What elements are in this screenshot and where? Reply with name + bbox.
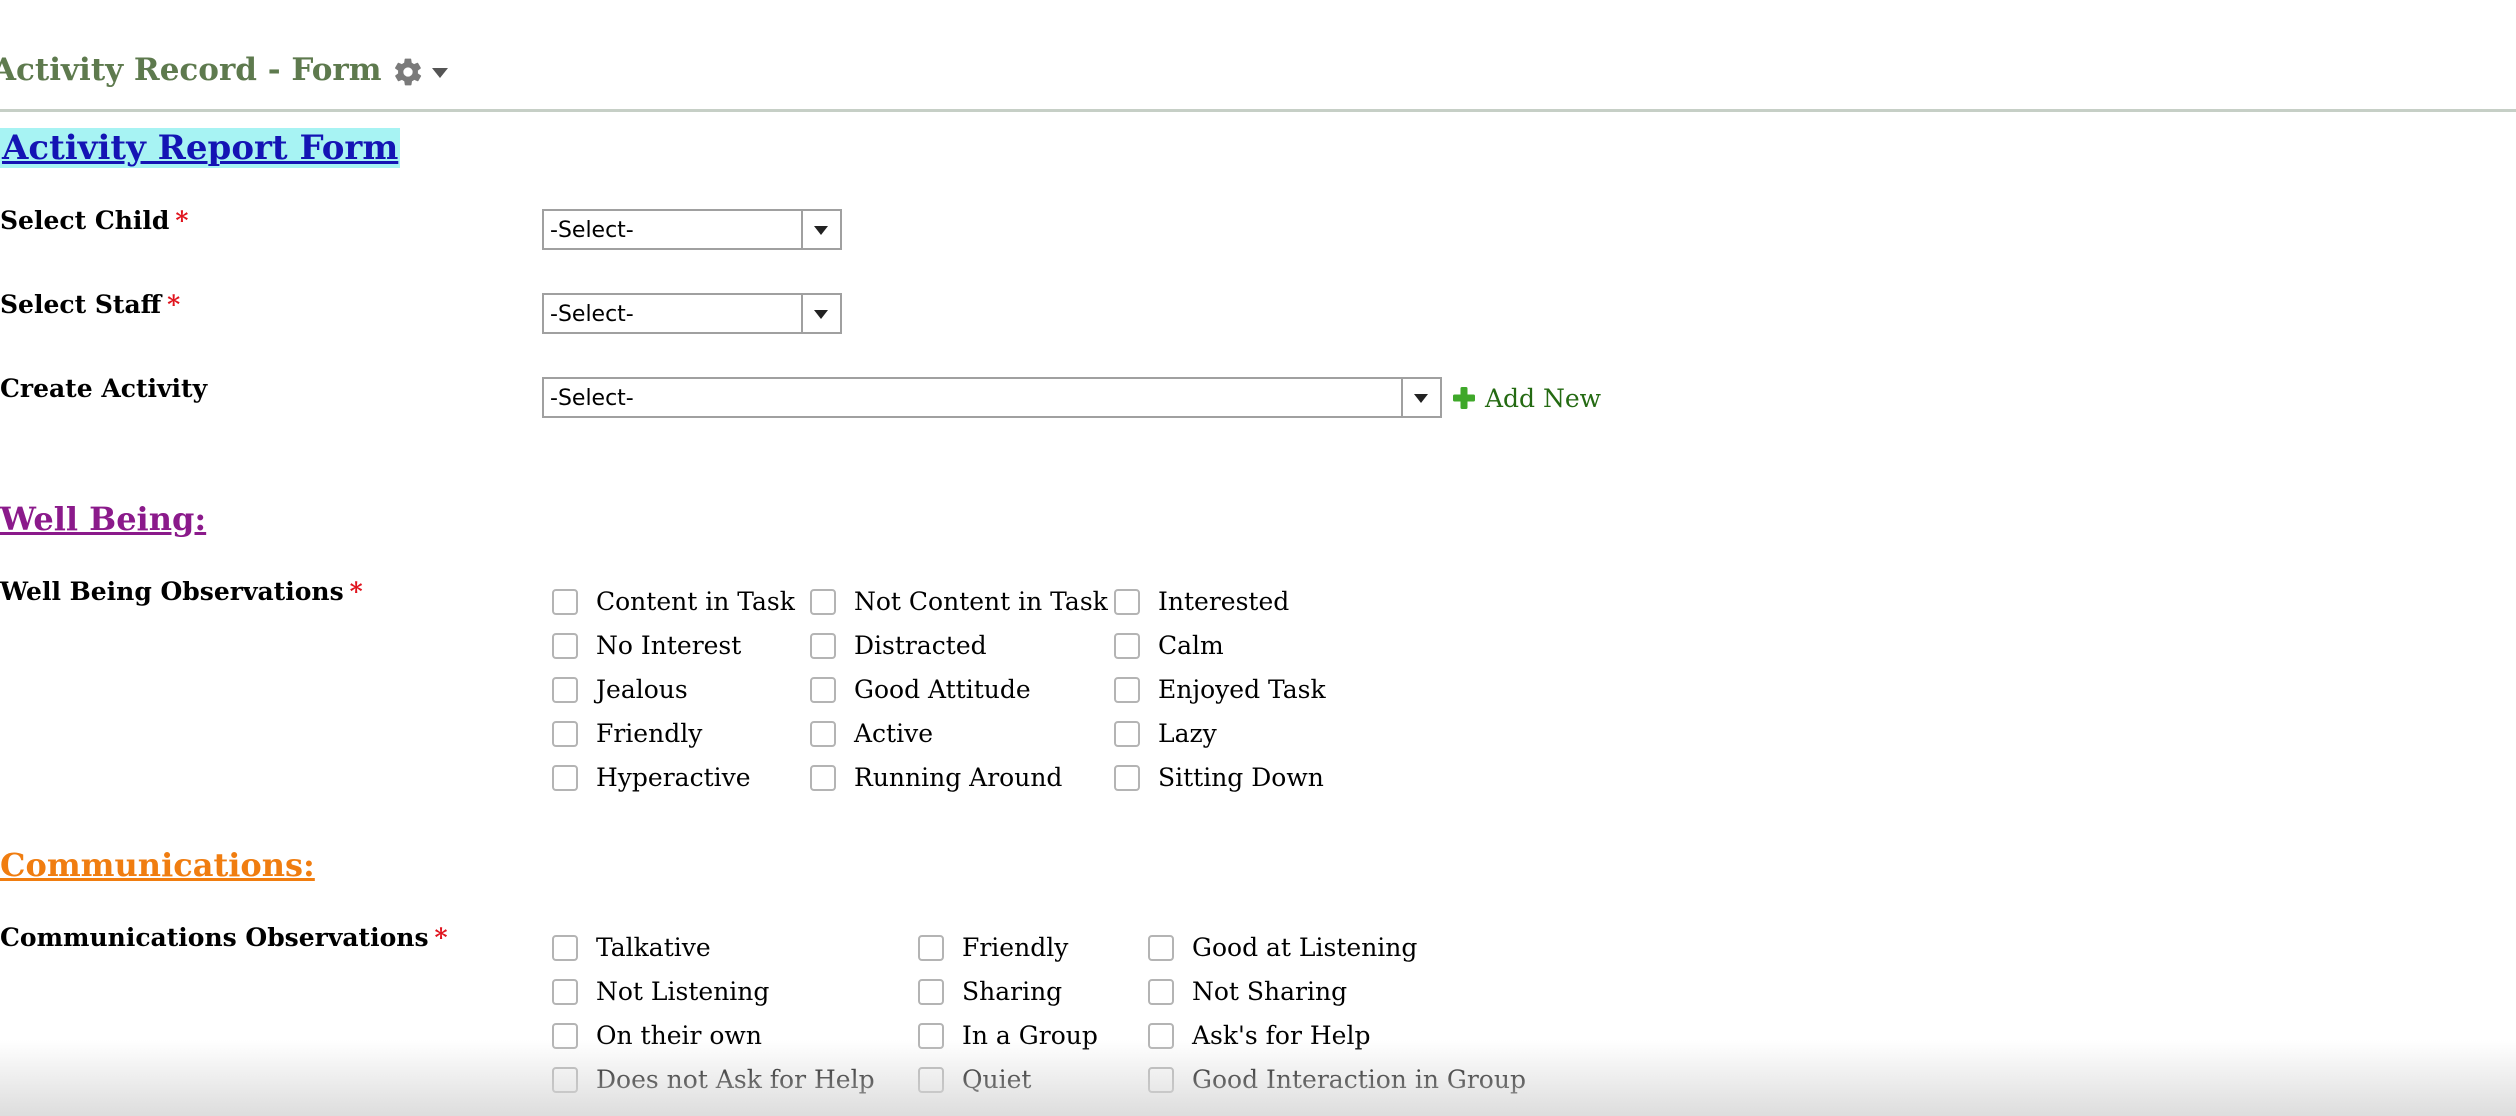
select-staff-value: -Select- [550, 302, 634, 327]
checkbox-label[interactable]: Running Around [854, 763, 1062, 792]
checkbox-label[interactable]: Lazy [1158, 719, 1217, 748]
select-staff-label: Select Staff * [0, 290, 180, 319]
checkbox[interactable] [1148, 1023, 1174, 1049]
checkbox[interactable] [1114, 633, 1140, 659]
required-marker: * [167, 290, 181, 319]
checkbox-label[interactable]: Does not Ask for Help [596, 1065, 875, 1094]
required-marker: * [175, 206, 189, 235]
checkbox-label[interactable]: Friendly [962, 933, 1068, 962]
plus-icon [1453, 387, 1475, 409]
checkbox[interactable] [1114, 677, 1140, 703]
checkbox[interactable] [810, 677, 836, 703]
checkbox[interactable] [552, 935, 578, 961]
select-staff-label-text: Select Staff [0, 290, 162, 319]
checkbox[interactable] [552, 633, 578, 659]
checkbox-label[interactable]: Enjoyed Task [1158, 675, 1326, 704]
checkbox-label[interactable]: Not Listening [596, 977, 769, 1006]
well-being-observations-label-text: Well Being Observations [0, 577, 344, 606]
chevron-down-icon[interactable] [801, 295, 840, 332]
checkbox[interactable] [1114, 765, 1140, 791]
create-activity-label-text: Create Activity [0, 374, 208, 403]
checkbox[interactable] [1148, 979, 1174, 1005]
checkbox-label[interactable]: Talkative [596, 933, 711, 962]
caret-down-icon [432, 68, 448, 78]
app-title: Activity Record - Form [0, 52, 382, 88]
checkbox-label[interactable]: No Interest [596, 631, 741, 660]
checkbox-label[interactable]: Calm [1158, 631, 1224, 660]
checkbox-label[interactable]: Friendly [596, 719, 702, 748]
checkbox[interactable] [810, 765, 836, 791]
checkbox[interactable] [810, 721, 836, 747]
checkbox-label[interactable]: Content in Task [596, 587, 795, 616]
checkbox-label[interactable]: Jealous [596, 675, 688, 704]
checkbox-label[interactable]: Good Attitude [854, 675, 1031, 704]
checkbox[interactable] [810, 589, 836, 615]
checkbox-label[interactable]: Interested [1158, 587, 1289, 616]
well-being-observations-label: Well Being Observations * [0, 577, 363, 606]
add-new-label: Add New [1485, 384, 1602, 413]
checkbox-label[interactable]: Good Interaction in Group [1192, 1065, 1526, 1094]
checkbox-label[interactable]: Sitting Down [1158, 763, 1324, 792]
communications-observations-label-text: Communications Observations [0, 923, 429, 952]
checkbox-label[interactable]: In a Group [962, 1021, 1098, 1050]
checkbox[interactable] [1114, 589, 1140, 615]
checkbox-label[interactable]: Quiet [962, 1065, 1031, 1094]
create-activity-value: -Select- [550, 386, 634, 411]
checkbox[interactable] [552, 1023, 578, 1049]
checkbox[interactable] [552, 1067, 578, 1093]
chevron-down-icon[interactable] [801, 211, 840, 248]
well-being-section-title: Well Being: [0, 500, 207, 538]
checkbox[interactable] [810, 633, 836, 659]
required-marker: * [434, 923, 448, 952]
create-activity-label: Create Activity [0, 374, 207, 403]
checkbox[interactable] [552, 721, 578, 747]
checkbox[interactable] [552, 589, 578, 615]
chevron-down-icon[interactable] [1401, 379, 1440, 416]
checkbox-label[interactable]: On their own [596, 1021, 762, 1050]
checkbox-label[interactable]: Hyperactive [596, 763, 751, 792]
checkbox[interactable] [552, 765, 578, 791]
checkbox-label[interactable]: Sharing [962, 977, 1062, 1006]
select-staff-dropdown[interactable]: -Select- [542, 293, 842, 334]
communications-observations-label: Communications Observations * [0, 923, 448, 952]
checkbox-label[interactable]: Ask's for Help [1192, 1021, 1370, 1050]
checkbox-label[interactable]: Good at Listening [1192, 933, 1417, 962]
checkbox-label[interactable]: Distracted [854, 631, 987, 660]
checkbox[interactable] [1148, 1067, 1174, 1093]
checkbox[interactable] [552, 677, 578, 703]
communications-section-title: Communications: [0, 846, 315, 884]
checkbox[interactable] [918, 1067, 944, 1093]
page-header: Activity Record - Form [0, 0, 2516, 112]
checkbox-label[interactable]: Not Content in Task [854, 587, 1108, 616]
checkbox-label[interactable]: Not Sharing [1192, 977, 1347, 1006]
checkbox-label[interactable]: Active [854, 719, 933, 748]
checkbox[interactable] [918, 1023, 944, 1049]
gear-icon [394, 58, 422, 86]
checkbox[interactable] [1148, 935, 1174, 961]
select-child-label: Select Child * [0, 206, 188, 235]
select-child-dropdown[interactable]: -Select- [542, 209, 842, 250]
select-child-value: -Select- [550, 218, 634, 243]
checkbox[interactable] [918, 935, 944, 961]
checkbox[interactable] [1114, 721, 1140, 747]
select-child-label-text: Select Child [0, 206, 170, 235]
checkbox[interactable] [552, 979, 578, 1005]
form-title: Activity Report Form [0, 128, 401, 168]
create-activity-dropdown[interactable]: -Select- [542, 377, 1442, 418]
checkbox[interactable] [918, 979, 944, 1005]
required-marker: * [349, 577, 363, 606]
settings-menu-button[interactable] [392, 54, 452, 90]
